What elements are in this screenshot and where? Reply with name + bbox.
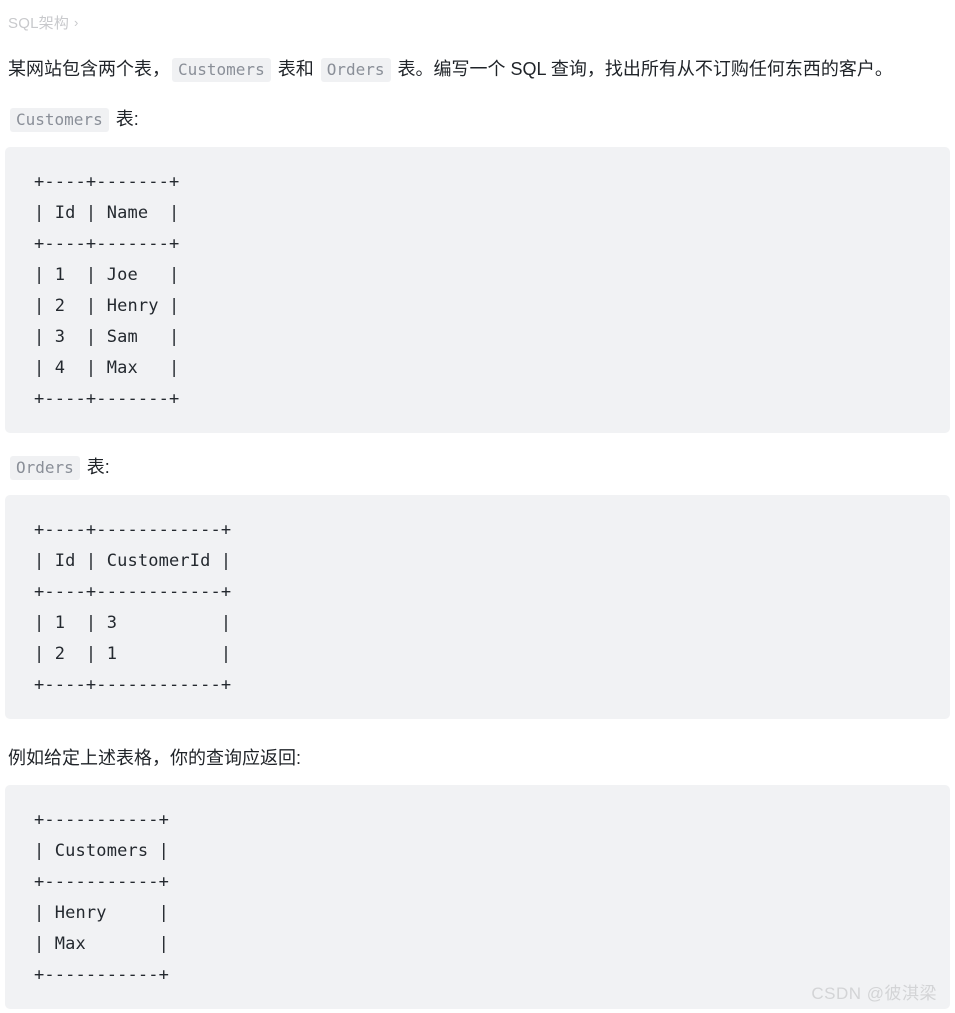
code-content-customers-table: +----+-------+ | Id | Name | +----+-----… xyxy=(34,172,180,409)
article-page: SQL架构 › 某网站包含两个表， Customers 表和 Orders 表。编… xyxy=(0,0,955,1013)
code-block-orders-table: +----+------------+ | Id | CustomerId | … xyxy=(5,495,950,719)
customers-table-label: Customers 表: xyxy=(5,104,950,135)
code-block-result-table: +-----------+ | Customers | +-----------… xyxy=(5,785,950,1009)
orders-label-text: 表: xyxy=(81,457,110,477)
intro-text-part3: 表。编写一个 SQL 查询，找出所有从不订购任何东西的客户。 xyxy=(392,59,893,79)
inline-code-orders: Orders xyxy=(320,58,391,82)
example-paragraph: 例如给定上述表格，你的查询应返回: xyxy=(8,748,301,768)
intro-paragraph: 某网站包含两个表， Customers 表和 Orders 表。编写一个 SQL … xyxy=(5,54,950,85)
inline-code-customers-label: Customers xyxy=(10,108,109,132)
customers-label-text: 表: xyxy=(110,109,139,129)
code-content-result-table: +-----------+ | Customers | +-----------… xyxy=(34,810,170,985)
inline-code-customers: Customers xyxy=(172,58,271,82)
breadcrumb-item-sql-schema[interactable]: SQL架构 xyxy=(8,12,69,33)
chevron-right-icon: › xyxy=(74,14,79,30)
orders-table-label: Orders 表: xyxy=(5,452,950,483)
intro-text-part1: 某网站包含两个表， xyxy=(8,59,170,79)
intro-text-part2: 表和 xyxy=(272,59,319,79)
code-block-customers-table: +----+-------+ | Id | Name | +----+-----… xyxy=(5,147,950,433)
code-content-orders-table: +----+------------+ | Id | CustomerId | … xyxy=(34,520,232,695)
csdn-watermark: CSDN @彼淇梁 xyxy=(811,984,937,1003)
breadcrumb: SQL架构 › xyxy=(5,0,950,32)
inline-code-orders-label: Orders xyxy=(10,456,80,480)
